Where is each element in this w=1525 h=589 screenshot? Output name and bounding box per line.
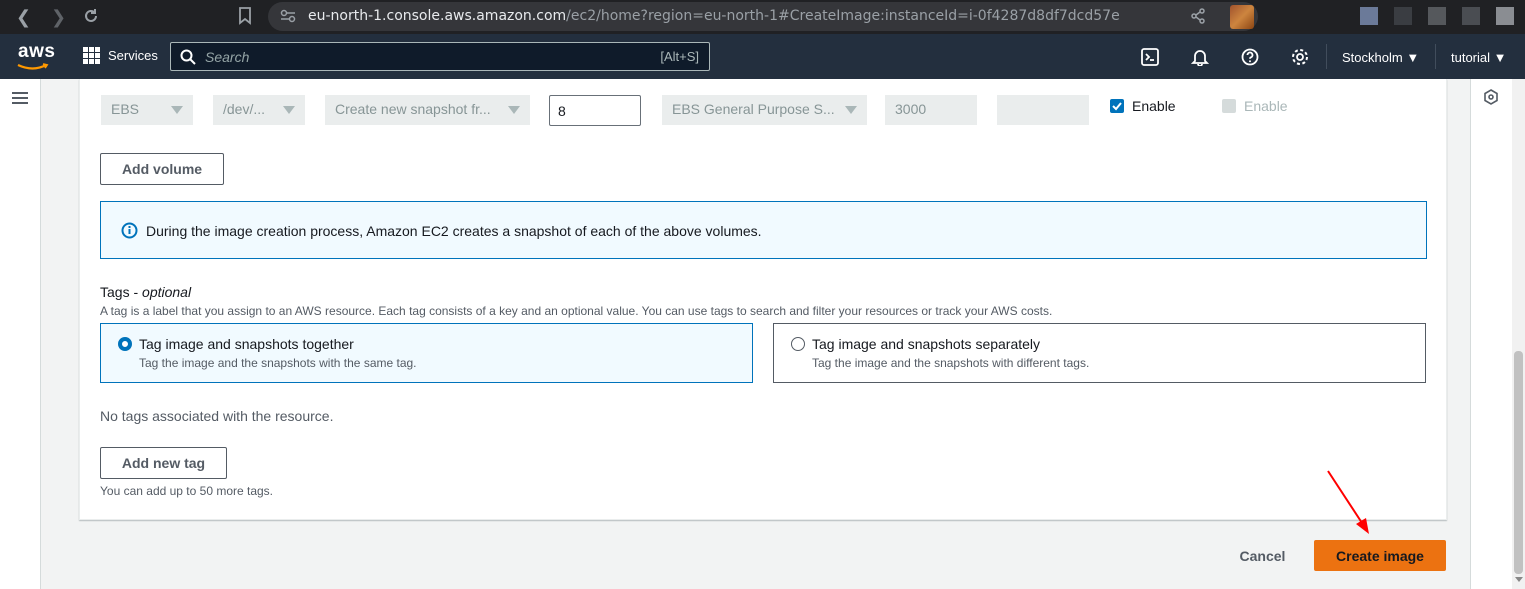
extension-icon[interactable] xyxy=(1428,7,1446,25)
header-divider xyxy=(1435,44,1436,69)
volume-size-input[interactable] xyxy=(549,95,641,126)
volume-type-select: EBS xyxy=(101,95,193,125)
tag-separately-option[interactable]: Tag image and snapshots separately Tag t… xyxy=(773,323,1426,383)
reload-icon[interactable] xyxy=(82,7,100,29)
cancel-button[interactable]: Cancel xyxy=(1225,541,1300,571)
encrypted-checkbox xyxy=(1222,99,1236,113)
right-utility-rail xyxy=(1470,79,1512,589)
services-menu-button[interactable]: Services xyxy=(83,47,158,64)
chevron-down-icon xyxy=(845,106,857,114)
info-icon xyxy=(121,222,138,239)
delete-on-termination-checkbox[interactable] xyxy=(1110,99,1124,113)
radio-selected[interactable] xyxy=(118,337,132,351)
aws-logo[interactable]: aws xyxy=(18,41,55,63)
help-panel-icon[interactable] xyxy=(1483,89,1499,105)
create-image-button[interactable]: Create image xyxy=(1314,540,1446,571)
cloudshell-icon[interactable] xyxy=(1141,48,1159,71)
search-input[interactable] xyxy=(205,43,625,70)
extension-icon[interactable] xyxy=(1394,7,1412,25)
throughput-input xyxy=(997,95,1089,125)
device-select: /dev/... xyxy=(213,95,305,125)
share-icon[interactable] xyxy=(1190,8,1206,29)
search-icon xyxy=(180,49,196,65)
help-icon[interactable] xyxy=(1241,48,1259,71)
option-title: Tag image and snapshots together xyxy=(139,336,354,352)
extension-icon[interactable] xyxy=(1360,7,1378,25)
settings-gear-icon[interactable] xyxy=(1291,48,1309,71)
create-image-form-card: EBS /dev/... Create new snapshot fr... E… xyxy=(79,79,1447,520)
browser-toolbar: ❮ ❯ eu-north-1.console.aws.amazon.com/ec… xyxy=(0,0,1525,34)
notifications-bell-icon[interactable] xyxy=(1190,48,1210,71)
scroll-down-arrow[interactable] xyxy=(1515,577,1523,582)
tag-together-option[interactable]: Tag image and snapshots together Tag the… xyxy=(100,323,753,383)
option-subtitle: Tag the image and the snapshots with dif… xyxy=(812,356,1090,370)
chevron-down-icon xyxy=(283,106,295,114)
bookmark-icon[interactable] xyxy=(238,7,252,29)
delete-on-termination-label: Enable xyxy=(1132,98,1176,114)
chevron-down-icon xyxy=(171,106,183,114)
header-divider xyxy=(1326,44,1327,69)
scrollbar-thumb[interactable] xyxy=(1514,351,1523,574)
back-icon[interactable]: ❮ xyxy=(16,7,31,27)
page-scrollbar[interactable] xyxy=(1512,79,1525,589)
profile-avatar[interactable] xyxy=(1230,5,1254,29)
aws-smile-icon xyxy=(17,63,49,70)
account-menu[interactable]: tutorial ▼ xyxy=(1451,50,1507,65)
region-selector[interactable]: Stockholm ▼ xyxy=(1342,50,1419,65)
option-title: Tag image and snapshots separately xyxy=(812,336,1041,352)
iops-input: 3000 xyxy=(885,95,977,125)
add-volume-button[interactable]: Add volume xyxy=(100,153,224,185)
hamburger-menu-icon[interactable] xyxy=(12,91,28,105)
tags-description: A tag is a label that you assign to an A… xyxy=(100,304,1053,318)
tags-heading: Tags - optional xyxy=(100,284,192,300)
url-text: eu-north-1.console.aws.amazon.com/ec2/ho… xyxy=(308,8,1120,24)
search-box[interactable]: [Alt+S] xyxy=(170,42,710,71)
annotation-arrow-icon xyxy=(1327,470,1369,534)
checkmark-icon xyxy=(1112,102,1122,111)
site-settings-icon[interactable] xyxy=(280,9,296,28)
search-shortcut: [Alt+S] xyxy=(660,49,699,64)
info-message: During the image creation process, Amazo… xyxy=(146,223,762,239)
radio-unselected[interactable] xyxy=(791,337,805,351)
extension-icon[interactable] xyxy=(1496,7,1514,25)
option-subtitle: Tag the image and the snapshots with the… xyxy=(139,356,417,370)
empty-tags-message: No tags associated with the resource. xyxy=(100,408,334,424)
encrypted-label: Enable xyxy=(1244,98,1288,114)
aws-console-header: aws Services [Alt+S] Stockholm ▼ tutoria… xyxy=(0,34,1525,79)
add-new-tag-button[interactable]: Add new tag xyxy=(100,447,227,479)
extension-icon[interactable] xyxy=(1462,7,1480,25)
address-bar[interactable]: eu-north-1.console.aws.amazon.com/ec2/ho… xyxy=(268,2,1258,31)
chevron-down-icon xyxy=(508,106,520,114)
grid-icon xyxy=(83,47,100,64)
left-navigation-rail xyxy=(0,79,41,589)
forward-icon[interactable]: ❯ xyxy=(51,7,66,27)
services-label: Services xyxy=(108,48,158,63)
ebs-volume-type-select: EBS General Purpose S... xyxy=(662,95,867,125)
info-alert: During the image creation process, Amazo… xyxy=(100,201,1427,259)
snapshot-select: Create new snapshot fr... xyxy=(325,95,530,125)
tags-limit-hint: You can add up to 50 more tags. xyxy=(100,484,274,498)
